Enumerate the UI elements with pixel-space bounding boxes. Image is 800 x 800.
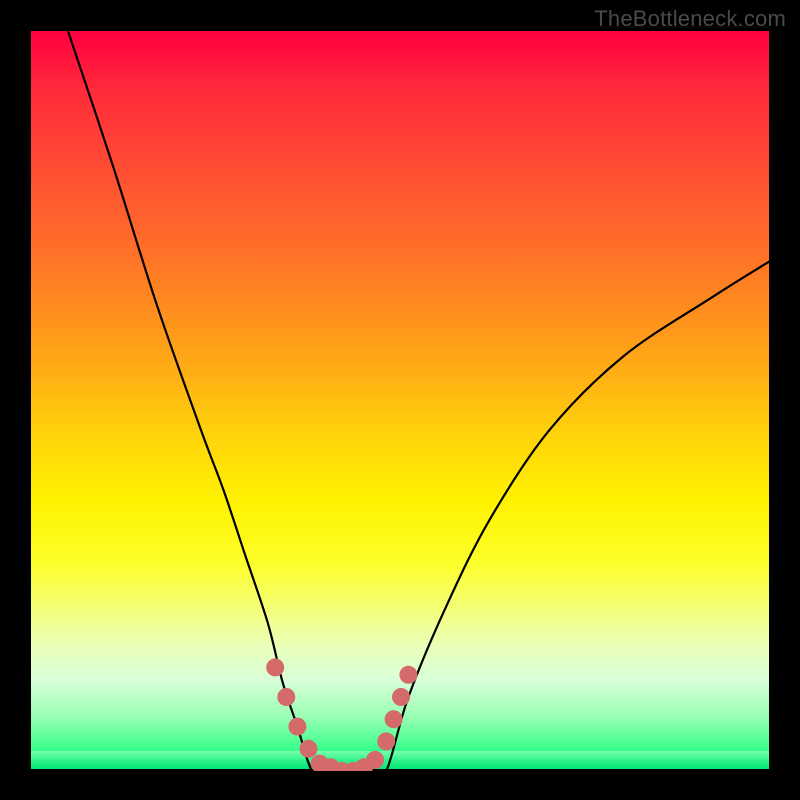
data-marker: [377, 732, 395, 750]
bottleneck-curve: [68, 31, 771, 771]
watermark-text: TheBottleneck.com: [594, 6, 786, 32]
data-marker: [277, 688, 295, 706]
data-marker: [392, 688, 410, 706]
data-marker: [300, 740, 318, 758]
data-marker: [366, 751, 384, 769]
chart-svg: [31, 31, 771, 771]
data-marker: [266, 658, 284, 676]
plot-area: [30, 30, 770, 770]
curve-group: [68, 31, 771, 771]
marker-group: [266, 658, 417, 771]
data-marker: [288, 718, 306, 736]
data-marker: [399, 666, 417, 684]
outer-frame: TheBottleneck.com: [0, 0, 800, 800]
data-marker: [385, 710, 403, 728]
